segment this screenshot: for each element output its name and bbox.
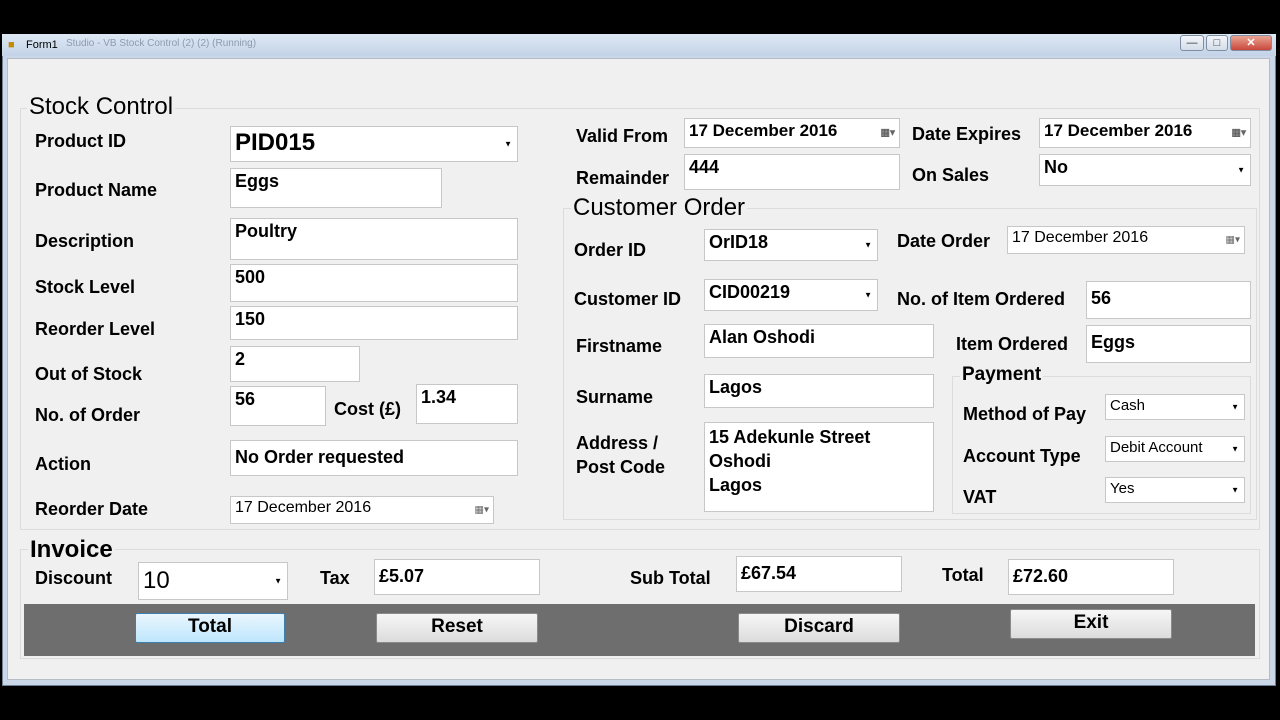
date-expires-picker[interactable]: 17 December 2016 ▦▾ — [1039, 118, 1251, 148]
dropdown-arrow-icon: ▼ — [1231, 444, 1239, 454]
valid-from-picker[interactable]: 17 December 2016 ▦▾ — [684, 118, 900, 148]
item-ordered-label: Item Ordered — [956, 334, 1069, 354]
dropdown-arrow-icon: ▼ — [1237, 165, 1245, 175]
valid-from-label: Valid From — [576, 126, 669, 146]
description-field[interactable]: Poultry — [230, 218, 518, 260]
date-expires-value: 17 December 2016 — [1044, 121, 1193, 140]
order-id-dropdown[interactable]: OrID18 ▼ — [704, 229, 878, 261]
product-id-label: Product ID — [35, 131, 127, 151]
stock-control-title: Stock Control — [27, 93, 176, 121]
close-button[interactable]: ✕ — [1230, 35, 1272, 51]
sub-total-field[interactable]: £67.54 — [736, 556, 902, 592]
surname-field[interactable]: Lagos — [704, 374, 934, 408]
reorder-date-value: 17 December 2016 — [235, 499, 372, 516]
maximize-button[interactable]: □ — [1206, 35, 1228, 51]
product-id-value: PID015 — [235, 129, 316, 156]
discount-dropdown[interactable]: 10 ▼ — [138, 562, 288, 600]
out-of-stock-field[interactable]: 2 — [230, 346, 360, 382]
no-of-order-label: No. of Order — [35, 405, 141, 425]
on-sales-label: On Sales — [912, 165, 990, 185]
remainder-field[interactable]: 444 — [684, 154, 900, 190]
product-name-label: Product Name — [35, 180, 158, 200]
surname-label: Surname — [576, 387, 654, 407]
action-label: Action — [35, 454, 91, 474]
sub-total-label: Sub Total — [630, 568, 711, 588]
app-icon: ■ — [8, 39, 15, 51]
product-id-dropdown[interactable]: PID015 ▼ — [230, 126, 518, 162]
on-sales-dropdown[interactable]: No ▼ — [1039, 154, 1251, 186]
reorder-date-picker[interactable]: 17 December 2016 ▦▾ — [230, 496, 494, 524]
exit-button[interactable]: Exit — [1010, 609, 1172, 639]
address-label-line2: Post Code — [576, 457, 666, 477]
order-id-value: OrID18 — [709, 232, 769, 252]
tax-label: Tax — [320, 568, 350, 588]
out-of-stock-label: Out of Stock — [35, 364, 142, 384]
date-order-value: 17 December 2016 — [1012, 229, 1149, 246]
total-button[interactable]: Total — [135, 613, 285, 643]
no-of-order-field[interactable]: 56 — [230, 386, 326, 426]
account-type-label: Account Type — [963, 446, 1081, 466]
discard-button[interactable]: Discard — [738, 613, 900, 643]
date-expires-label: Date Expires — [912, 124, 1022, 144]
remainder-label: Remainder — [576, 168, 670, 188]
reorder-date-label: Reorder Date — [35, 499, 149, 519]
no-items-ordered-label: No. of Item Ordered — [897, 289, 1066, 309]
dropdown-arrow-icon: ▼ — [864, 240, 872, 250]
cost-field[interactable]: 1.34 — [416, 384, 518, 424]
description-label: Description — [35, 231, 135, 251]
firstname-label: Firstname — [576, 336, 663, 356]
method-of-pay-dropdown[interactable]: Cash ▼ — [1105, 394, 1245, 420]
discount-label: Discount — [35, 568, 113, 588]
invoice-title: Invoice — [28, 536, 115, 564]
dropdown-arrow-icon: ▼ — [1231, 402, 1239, 412]
method-of-pay-value: Cash — [1110, 397, 1146, 414]
customer-id-label: Customer ID — [574, 289, 682, 309]
reorder-level-field[interactable]: 150 — [230, 306, 518, 340]
calendar-icon: ▦▾ — [474, 504, 489, 516]
customer-id-value: CID00219 — [709, 282, 791, 302]
window-title: Form1 — [26, 39, 58, 51]
on-sales-value: No — [1044, 157, 1068, 177]
calendar-icon: ▦▾ — [1225, 234, 1240, 246]
valid-from-value: 17 December 2016 — [689, 121, 838, 140]
stock-level-label: Stock Level — [35, 277, 136, 297]
date-order-picker[interactable]: 17 December 2016 ▦▾ — [1007, 226, 1245, 254]
background-window-title: Studio - VB Stock Control (2) (2) (Runni… — [66, 38, 257, 49]
method-of-pay-label: Method of Pay — [963, 404, 1087, 424]
dropdown-arrow-icon: ▼ — [274, 576, 282, 586]
customer-id-dropdown[interactable]: CID00219 ▼ — [704, 279, 878, 311]
calendar-icon: ▦▾ — [1231, 127, 1246, 139]
account-type-dropdown[interactable]: Debit Account ▼ — [1105, 436, 1245, 462]
dropdown-arrow-icon: ▼ — [1231, 485, 1239, 495]
no-items-ordered-field[interactable]: 56 — [1086, 281, 1251, 319]
date-order-label: Date Order — [897, 231, 991, 251]
vat-dropdown[interactable]: Yes ▼ — [1105, 477, 1245, 503]
tax-field[interactable]: £5.07 — [374, 559, 540, 595]
item-ordered-field[interactable]: Eggs — [1086, 325, 1251, 363]
dropdown-arrow-icon: ▼ — [504, 139, 512, 149]
order-id-label: Order ID — [574, 240, 647, 260]
vat-value: Yes — [1110, 480, 1135, 497]
firstname-field[interactable]: Alan Oshodi — [704, 324, 934, 358]
address-label-line1: Address / — [576, 433, 659, 453]
vat-label: VAT — [963, 487, 997, 507]
account-type-value: Debit Account — [1110, 439, 1203, 456]
cost-label: Cost (£) — [334, 399, 401, 419]
customer-order-title: Customer Order — [571, 194, 748, 222]
dropdown-arrow-icon: ▼ — [864, 290, 872, 300]
minimize-button[interactable]: — — [1180, 35, 1204, 51]
total-field[interactable]: £72.60 — [1008, 559, 1174, 595]
product-name-field[interactable]: Eggs — [230, 168, 442, 208]
calendar-icon: ▦▾ — [880, 127, 895, 139]
payment-title: Payment — [960, 364, 1044, 386]
action-field[interactable]: No Order requested — [230, 440, 518, 476]
stock-level-field[interactable]: 500 — [230, 264, 518, 302]
reorder-level-label: Reorder Level — [35, 319, 156, 339]
address-field[interactable]: 15 Adekunle Street Oshodi Lagos — [704, 422, 934, 512]
total-label: Total — [942, 565, 984, 585]
reset-button[interactable]: Reset — [376, 613, 538, 643]
discount-value: 10 — [143, 567, 170, 594]
